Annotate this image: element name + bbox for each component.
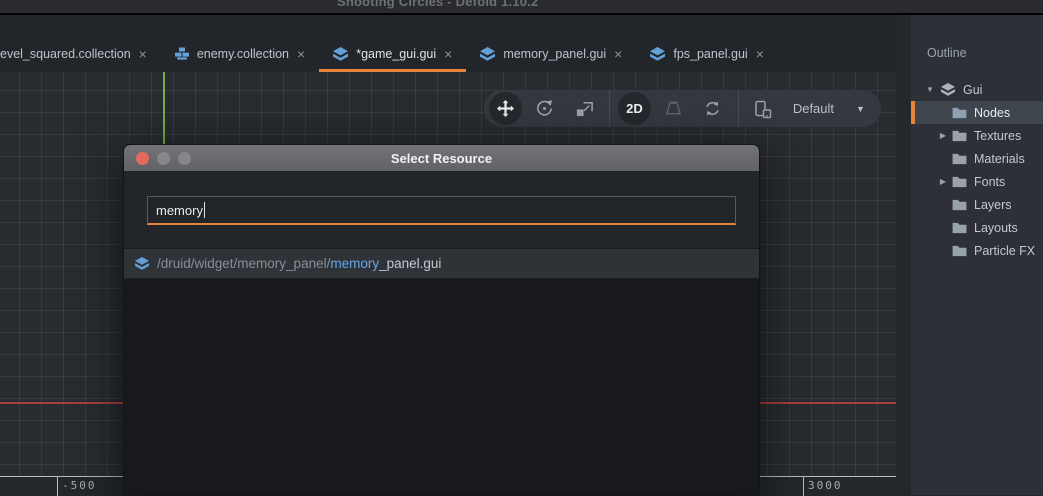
rotate-tool-button[interactable] — [525, 90, 564, 127]
collection-icon — [174, 47, 190, 60]
window-title: Shooting Circles - Defold 1.10.2 — [337, 0, 538, 9]
2d-mode-circle: 2D — [618, 92, 651, 125]
move-tool-active-circle — [489, 92, 522, 125]
folder-icon — [952, 176, 967, 188]
scale-tool-button[interactable] — [565, 90, 604, 127]
tab-label: memory_panel.gui — [503, 47, 606, 61]
chevron-down-icon[interactable]: ▼ — [856, 104, 865, 114]
rotate-icon — [535, 99, 554, 118]
outline-row-particlefx[interactable]: Particle FX — [911, 239, 1043, 262]
move-tool-button[interactable] — [486, 90, 525, 127]
tree-collapsed-icon[interactable]: ▶ — [938, 177, 948, 186]
result-path-match: memory — [330, 256, 379, 271]
result-path-suffix: _panel.gui — [379, 256, 441, 271]
result-path-prefix: /druid/widget/memory_panel/ — [157, 256, 330, 271]
layout-select-value[interactable]: Default — [793, 101, 834, 116]
toolbar-separator — [609, 90, 610, 127]
folder-icon — [952, 107, 967, 119]
resource-result-list[interactable] — [124, 279, 759, 494]
tab-close-icon[interactable]: × — [296, 47, 306, 61]
tab-close-icon[interactable]: × — [443, 47, 453, 61]
outline-panel: Outline ▼ Gui Nodes ▶ Textures Materials… — [896, 15, 1043, 495]
tab-memory-panel-gui[interactable]: memory_panel.gui × — [466, 38, 636, 72]
select-resource-dialog: Select Resource memory /druid/widget/mem… — [123, 144, 760, 495]
layout-device-button[interactable] — [744, 90, 783, 127]
gui-scene-icon — [479, 47, 496, 61]
close-window-button[interactable] — [136, 152, 149, 165]
toolbar-separator — [738, 90, 739, 127]
window-titlebar: Shooting Circles - Defold 1.10.2 — [0, 0, 1043, 15]
resource-result-row[interactable]: /druid/widget/memory_panel/memory_panel.… — [124, 248, 759, 279]
gui-scene-icon — [940, 83, 956, 96]
zoom-window-button[interactable] — [178, 152, 191, 165]
tab-label: fps_panel.gui — [673, 47, 747, 61]
outline-row-layouts[interactable]: Layouts — [911, 216, 1043, 239]
outline-row-label: Particle FX — [974, 244, 1035, 258]
outline-row-label: Layers — [974, 198, 1012, 212]
outline-row-fonts[interactable]: ▶ Fonts — [911, 170, 1043, 193]
folder-icon — [952, 199, 967, 211]
2d-mode-label: 2D — [626, 101, 643, 116]
gui-scene-icon — [649, 47, 666, 61]
outline-row-label: Nodes — [974, 106, 1010, 120]
outline-row-label: Materials — [974, 152, 1025, 166]
tab-label: *game_gui.gui — [356, 47, 436, 61]
ruler-tick — [803, 477, 804, 496]
2d-mode-button[interactable]: 2D — [615, 90, 654, 127]
tree-collapsed-icon[interactable]: ▶ — [938, 131, 948, 140]
refresh-icon — [703, 99, 722, 118]
outline-tree: ▼ Gui Nodes ▶ Textures Materials ▶ Fonts… — [911, 78, 1043, 262]
frustum-culling-button[interactable] — [654, 90, 693, 127]
layout-device-icon — [753, 99, 773, 119]
tab-fps-panel-gui[interactable]: fps_panel.gui × — [636, 38, 778, 72]
refresh-button[interactable] — [693, 90, 732, 127]
folder-icon — [952, 153, 967, 165]
tab-enemy-collection[interactable]: enemy.collection × — [161, 38, 319, 72]
folder-icon — [952, 130, 967, 142]
ruler-tick-label: -500 — [62, 479, 97, 492]
outline-row-label: Layouts — [974, 221, 1018, 235]
minimize-window-button[interactable] — [157, 152, 170, 165]
dialog-titlebar[interactable]: Select Resource — [124, 145, 759, 171]
tree-expanded-icon[interactable]: ▼ — [925, 85, 935, 94]
frustum-icon — [664, 99, 683, 118]
outline-panel-title: Outline — [927, 46, 967, 60]
text-cursor — [204, 202, 205, 218]
outline-row-gui[interactable]: ▼ Gui — [911, 78, 1043, 101]
resource-search-input[interactable]: memory — [147, 196, 736, 225]
gui-scene-icon — [134, 257, 150, 270]
dialog-search-section: memory — [124, 171, 759, 248]
outline-row-label: Gui — [963, 83, 982, 97]
window-controls — [136, 145, 191, 171]
dialog-title: Select Resource — [391, 151, 492, 166]
tab-label: enemy.collection — [197, 47, 289, 61]
ruler-tick-label: 3000 — [808, 479, 843, 492]
move-icon — [496, 99, 515, 118]
outline-row-materials[interactable]: Materials — [911, 147, 1043, 170]
resource-result-path: /druid/widget/memory_panel/memory_panel.… — [157, 256, 441, 271]
folder-icon — [952, 222, 967, 234]
editor-tab-bar: evel_squared.collection × enemy.collecti… — [0, 15, 896, 72]
tab-close-icon[interactable]: × — [613, 47, 623, 61]
gui-scene-icon — [332, 47, 349, 61]
tab-level-squared-collection[interactable]: evel_squared.collection × — [0, 38, 161, 72]
tab-close-icon[interactable]: × — [138, 47, 148, 61]
ruler-tick — [57, 477, 58, 496]
outline-row-nodes[interactable]: Nodes — [911, 101, 1043, 124]
tab-label: evel_squared.collection — [0, 47, 131, 61]
outline-row-layers[interactable]: Layers — [911, 193, 1043, 216]
folder-icon — [952, 245, 967, 257]
outline-row-textures[interactable]: ▶ Textures — [911, 124, 1043, 147]
tab-close-icon[interactable]: × — [755, 47, 765, 61]
outline-row-label: Fonts — [974, 175, 1005, 189]
search-input-value: memory — [156, 203, 203, 218]
scale-icon — [575, 99, 594, 118]
outline-row-label: Textures — [974, 129, 1021, 143]
tab-game-gui[interactable]: *game_gui.gui × — [319, 38, 466, 72]
scene-toolbar: 2D Default ▼ — [484, 90, 881, 127]
